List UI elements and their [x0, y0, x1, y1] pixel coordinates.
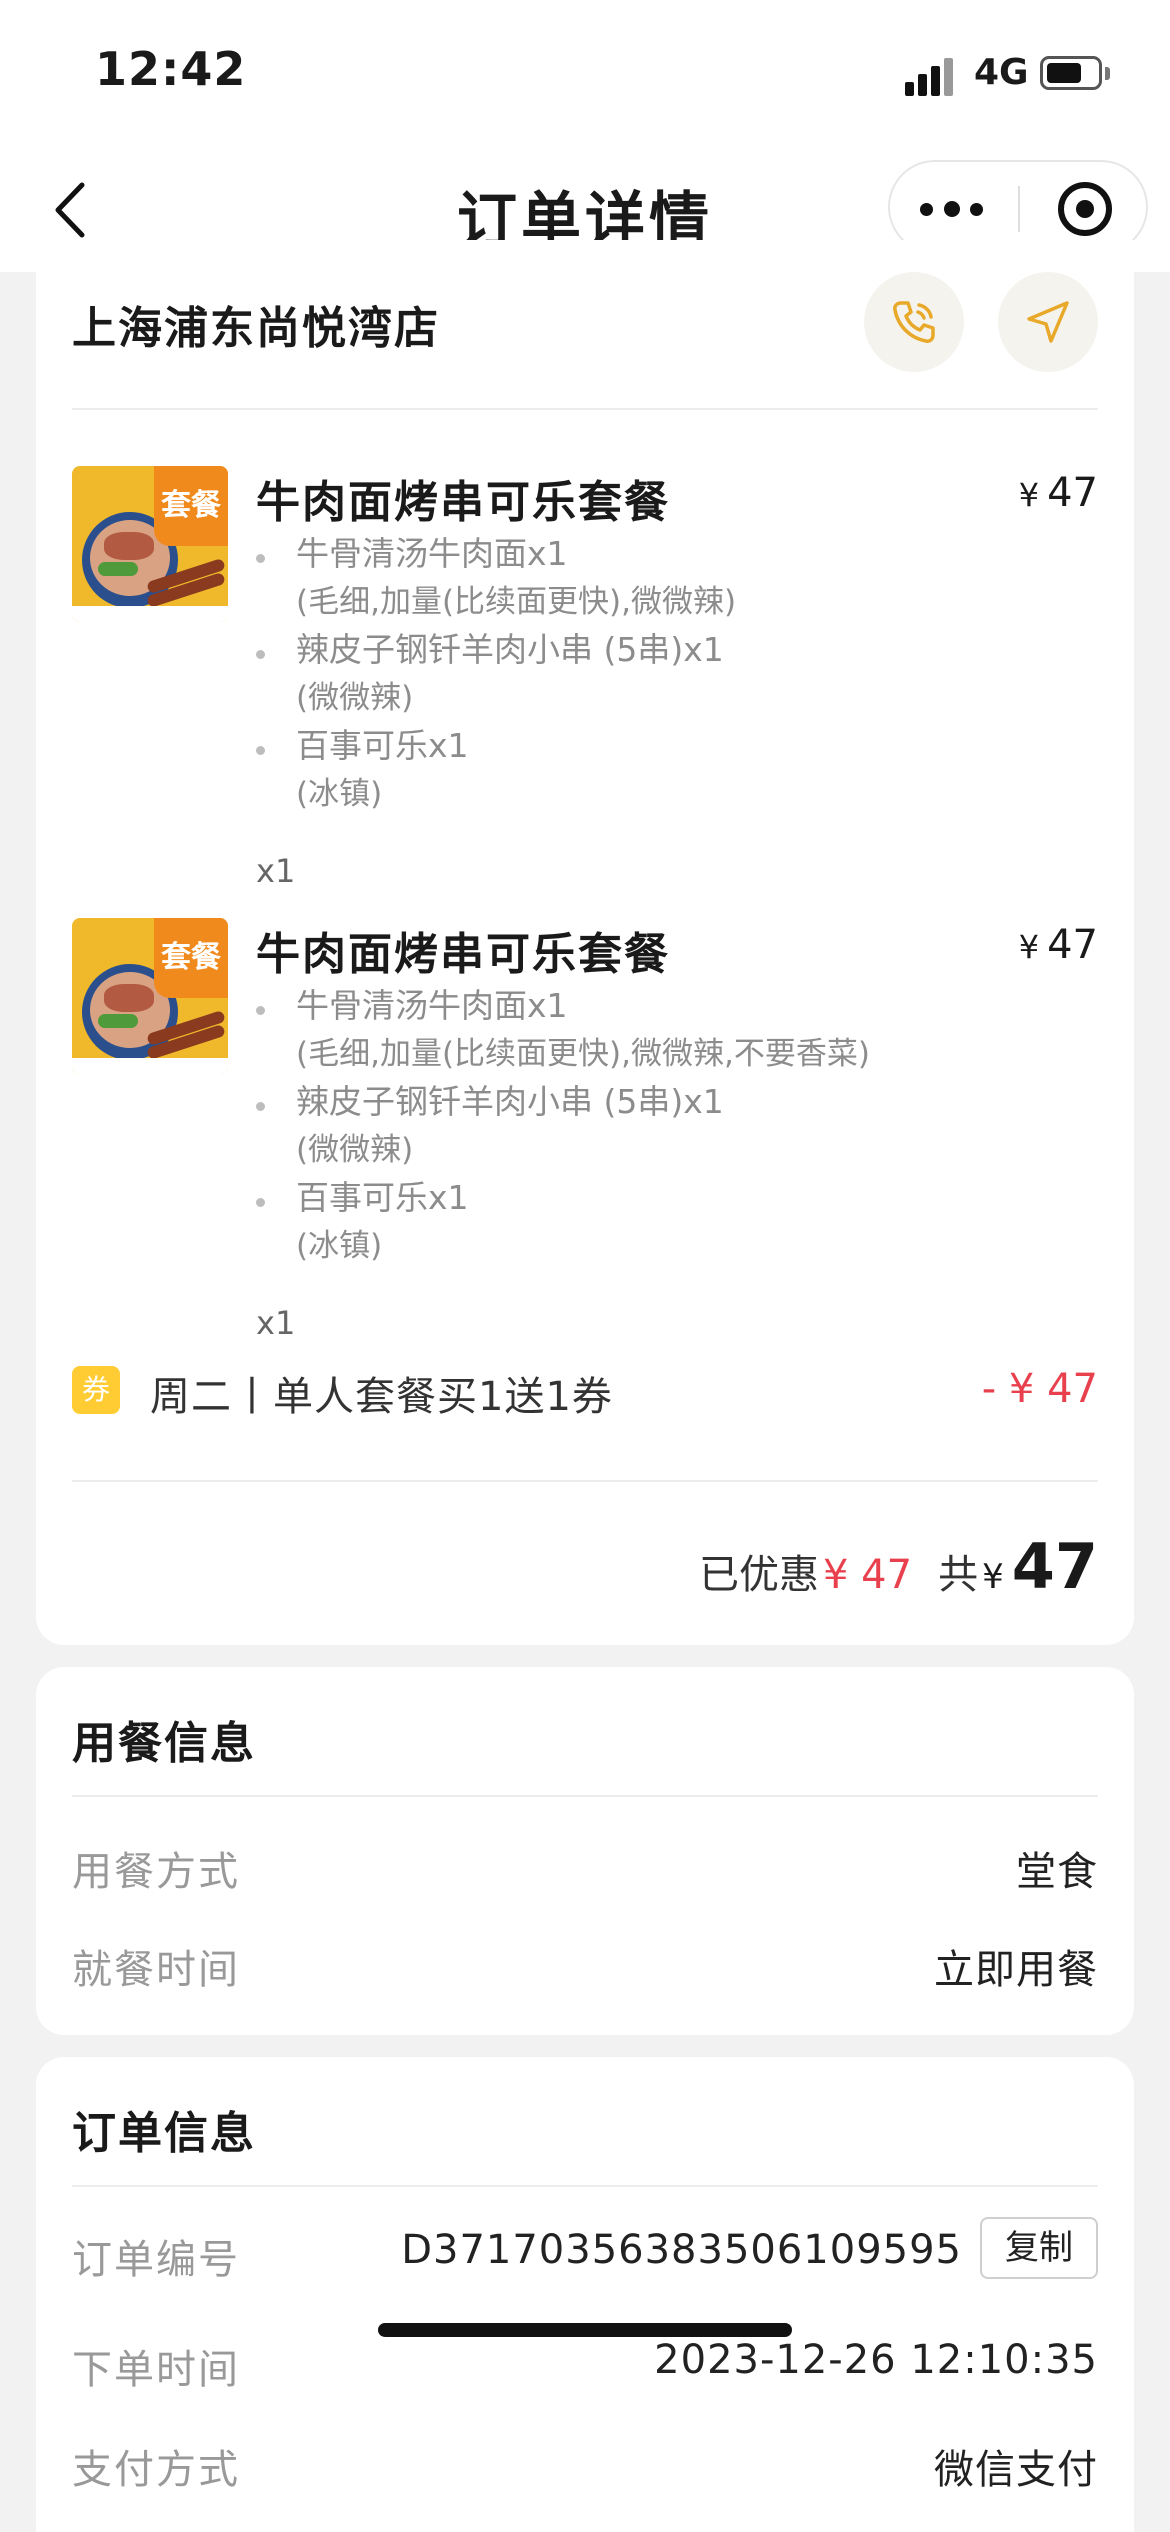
- component-item: 百事可乐x1 (冰镇): [256, 722, 1096, 818]
- coupon-icon: 券: [72, 1366, 120, 1414]
- item-quantity: x1: [256, 852, 296, 890]
- set-meal-badge: 套餐: [154, 918, 228, 998]
- home-indicator: [378, 2323, 792, 2337]
- divider: [72, 1480, 1098, 1482]
- component-item: 辣皮子钢钎羊肉小串 (5串)x1 (微微辣): [256, 1078, 1096, 1174]
- order-item: 套餐 牛肉面烤串可乐套餐 ¥47 牛骨清汤牛肉面x1 (毛细,加量(比续面更快)…: [36, 918, 1134, 1358]
- dining-time-row: 就餐时间 立即用餐: [72, 1947, 1098, 1993]
- phone-icon: [893, 301, 935, 343]
- dining-method-row: 用餐方式 堂食: [72, 1849, 1098, 1895]
- status-bar: 12:42 4G: [0, 0, 1170, 150]
- payment-method-row: 支付方式 微信支付: [72, 2447, 1098, 2493]
- item-components: 牛骨清汤牛肉面x1 (毛细,加量(比续面更快),微微辣) 辣皮子钢钎羊肉小串 (…: [256, 530, 1096, 818]
- order-time-row: 下单时间 2023-12-26 12:10:35: [72, 2337, 1098, 2393]
- store-name: 上海浦东尚悦湾店: [72, 303, 440, 354]
- status-time: 12:42: [95, 42, 247, 96]
- coupon-row: 券 周二丨单人套餐买1送1券 - ¥ 47: [72, 1360, 1098, 1420]
- component-item: 辣皮子钢钎羊肉小串 (5串)x1 (微微辣): [256, 626, 1096, 722]
- order-item: 套餐 牛肉面烤串可乐套餐 ¥47 牛骨清汤牛肉面x1 (毛细,加量(比续面更快)…: [36, 466, 1134, 906]
- item-title: 牛肉面烤串可乐套餐: [256, 929, 670, 980]
- total-label: 共: [938, 1552, 979, 1598]
- item-image: 套餐: [72, 466, 228, 622]
- divider: [72, 2185, 1098, 2187]
- more-icon[interactable]: [920, 184, 990, 232]
- battery-icon: [1040, 56, 1102, 90]
- set-meal-badge: 套餐: [154, 466, 228, 546]
- signal-icon: [905, 56, 959, 96]
- discount-value: ¥ 47: [823, 1552, 913, 1598]
- order-info-card: 订单信息 订单编号 D37170356383506109595 复制 下单时间 …: [36, 2057, 1134, 2532]
- order-number-row: 订单编号 D37170356383506109595 复制: [72, 2217, 1098, 2283]
- total-amount: 47: [1011, 1530, 1098, 1603]
- divider: [72, 408, 1098, 410]
- navigation-icon: [1027, 301, 1069, 343]
- item-components: 牛骨清汤牛肉面x1 (毛细,加量(比续面更快),微微辣,不要香菜) 辣皮子钢钎羊…: [256, 982, 1096, 1270]
- card-title: 订单信息: [72, 2108, 256, 2159]
- item-price: ¥47: [1018, 470, 1098, 516]
- item-image: 套餐: [72, 918, 228, 1074]
- target-icon[interactable]: [1058, 182, 1112, 236]
- call-button[interactable]: [864, 272, 964, 372]
- component-item: 牛骨清汤牛肉面x1 (毛细,加量(比续面更快),微微辣,不要香菜): [256, 982, 1096, 1078]
- item-quantity: x1: [256, 1304, 296, 1342]
- card-title: 用餐信息: [72, 1718, 256, 1769]
- divider: [72, 1795, 1098, 1797]
- order-number: D37170356383506109595: [401, 2227, 962, 2273]
- component-item: 牛骨清汤牛肉面x1 (毛细,加量(比续面更快),微微辣): [256, 530, 1096, 626]
- app-screen: 12:42 4G 订单详情 上海浦东尚悦湾店 套餐 牛肉面烤串可乐套餐 ¥ 47…: [0, 0, 1170, 2532]
- coupon-label: 周二丨单人套餐买1送1券: [150, 1374, 613, 1420]
- copy-button[interactable]: 复制: [980, 2217, 1098, 2279]
- navigate-button[interactable]: [998, 272, 1098, 372]
- total-currency: ¥: [982, 1557, 1004, 1597]
- discount-label: 已优惠: [699, 1552, 820, 1598]
- order-card: 上海浦东尚悦湾店 套餐 牛肉面烤串可乐套餐 ¥47 牛骨清汤牛肉面x1 (毛细,…: [36, 240, 1134, 1645]
- component-item: 百事可乐x1 (冰镇): [256, 1174, 1096, 1270]
- coupon-discount: - ¥ 47: [981, 1366, 1098, 1412]
- dining-info-card: 用餐信息 用餐方式 堂食 就餐时间 立即用餐: [36, 1667, 1134, 2035]
- order-total: 已优惠 ¥ 47 共 ¥47: [699, 1530, 1098, 1610]
- network-label: 4G: [974, 52, 1029, 93]
- item-title: 牛肉面烤串可乐套餐: [256, 477, 670, 528]
- item-price: ¥47: [1018, 922, 1098, 968]
